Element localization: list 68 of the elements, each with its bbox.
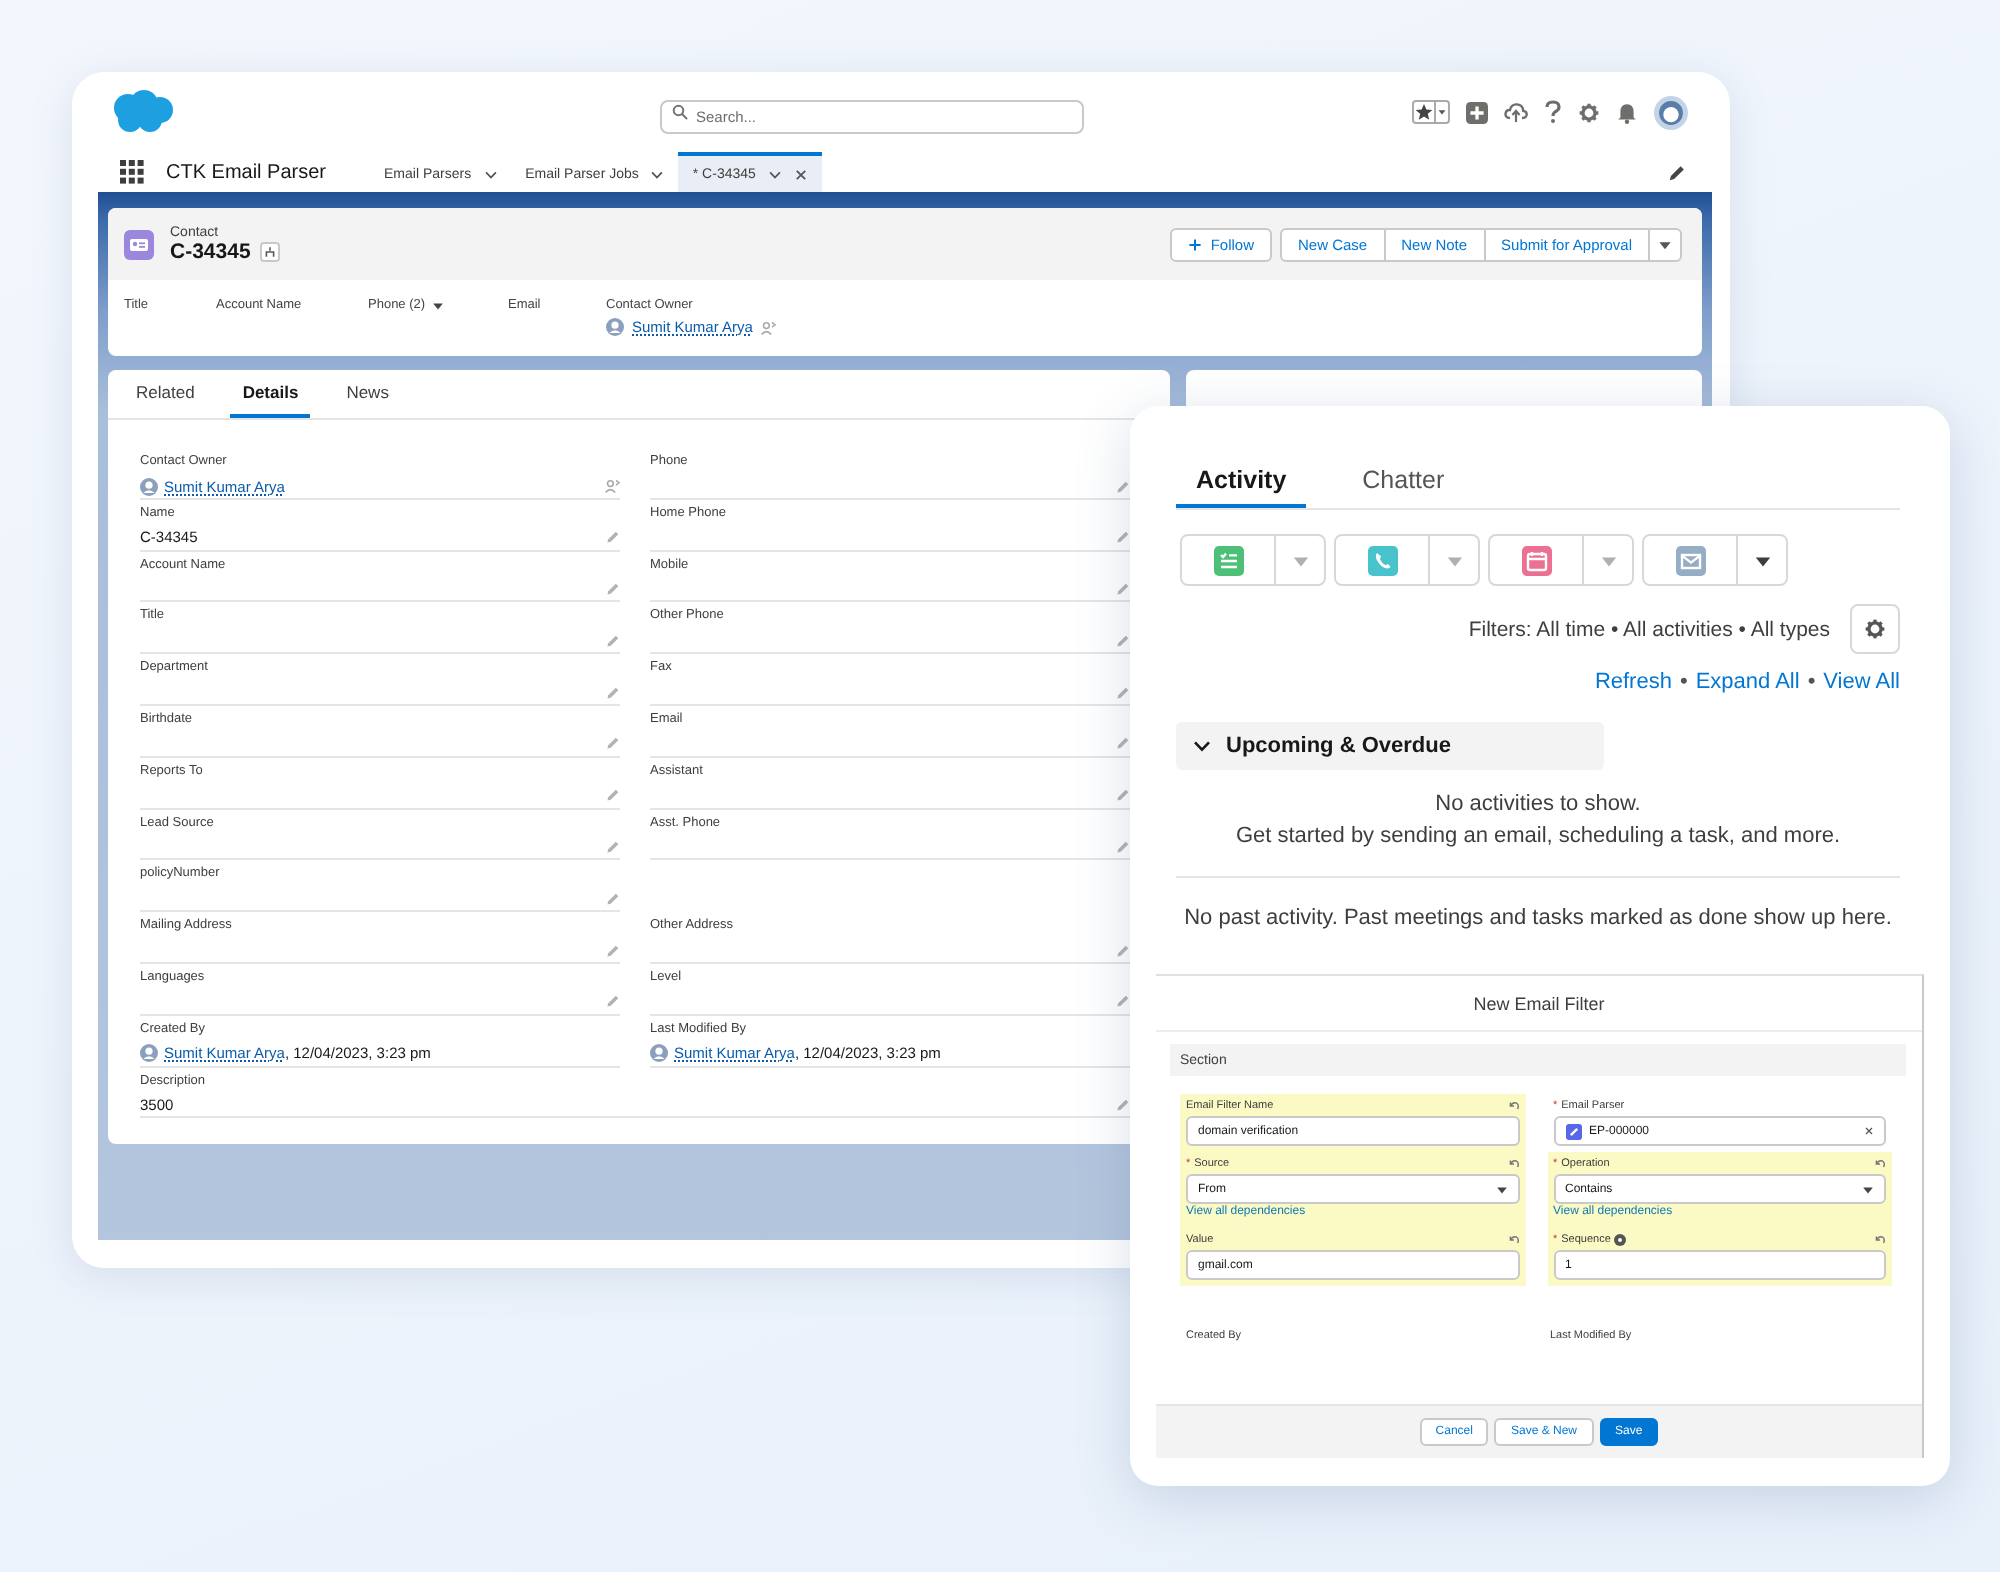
phone-icon[interactable] (1367, 545, 1397, 575)
hierarchy-button[interactable] (260, 241, 281, 261)
profile-avatar-icon[interactable] (1654, 95, 1688, 129)
user-avatar-icon (650, 1044, 668, 1063)
task-icon[interactable] (1213, 545, 1243, 575)
chevron-down-icon (767, 167, 782, 181)
settings-icon (1864, 618, 1886, 640)
caret-down-icon (1434, 102, 1448, 122)
section-header[interactable]: Upcoming & Overdue (1176, 722, 1604, 770)
activity-action-group[interactable] (1488, 534, 1634, 586)
caret-down-icon (1495, 1183, 1507, 1195)
caret-down-icon (1658, 237, 1672, 251)
favorites-button[interactable] (1412, 100, 1450, 124)
empty-message: Get started by sending an email, scheduling a task, and more. (1233, 822, 1843, 852)
contact-card-icon (124, 229, 154, 259)
action-link[interactable]: Expand All (1695, 670, 1800, 694)
change-owner-icon[interactable] (760, 319, 777, 335)
undo-icon[interactable] (1874, 1158, 1886, 1170)
caret-down-icon (1862, 1183, 1874, 1195)
pencil-icon[interactable] (1668, 163, 1686, 181)
caret-down-icon (431, 299, 444, 311)
chevron-down-icon (650, 167, 665, 181)
tab[interactable]: Details (230, 370, 311, 418)
caret-down-icon (1753, 551, 1771, 569)
app-launcher-icon[interactable] (120, 160, 144, 184)
app-name: CTK Email Parser (166, 161, 327, 183)
chevron-down-icon[interactable] (1192, 736, 1212, 756)
caret-down-icon (1291, 551, 1309, 569)
user-avatar-icon (140, 477, 158, 495)
add-icon[interactable] (1466, 101, 1488, 123)
modal-title: New Email Filter (1156, 976, 1922, 1032)
user-avatar-icon (140, 1044, 158, 1063)
calendar-icon[interactable] (1521, 545, 1551, 575)
search-icon (672, 104, 688, 120)
caret-down-icon (1599, 551, 1617, 569)
email-icon[interactable] (1675, 545, 1705, 575)
filters-text: Filters: All time • All activities • All types (1468, 617, 1830, 641)
close-icon[interactable] (793, 167, 808, 181)
cloud-icon[interactable] (1504, 101, 1528, 123)
close-icon[interactable] (1864, 1126, 1874, 1136)
tab[interactable]: News (334, 370, 401, 418)
empty-message: No past activity. Past meetings and tasks marked as done show up here. (1182, 906, 1894, 930)
star-icon (1414, 102, 1434, 122)
cloud-logo-icon (110, 90, 174, 134)
caret-down-icon (1445, 551, 1463, 569)
tab[interactable]: Related (124, 370, 207, 418)
tab[interactable]: Chatter (1342, 454, 1465, 508)
tab[interactable]: Activity (1176, 454, 1307, 508)
separator-dot: • (1807, 670, 1816, 694)
chevron-down-icon (483, 167, 498, 181)
user-avatar-icon (606, 318, 624, 336)
action-link[interactable]: View All (1823, 670, 1900, 694)
record-name: C-34345 (170, 239, 251, 263)
undo-icon[interactable] (1874, 1234, 1886, 1246)
undo-icon[interactable] (1507, 1100, 1519, 1112)
notifications-icon[interactable] (1616, 101, 1638, 123)
plus-icon (1188, 237, 1203, 251)
undo-icon[interactable] (1507, 1158, 1519, 1170)
activity-action-group[interactable] (1180, 534, 1326, 586)
filter-settings-button[interactable] (1850, 604, 1900, 654)
settings-icon[interactable] (1578, 101, 1600, 123)
separator-dot: • (1679, 670, 1688, 694)
action-link[interactable]: Refresh (1594, 670, 1672, 694)
change-owner-icon[interactable] (604, 478, 620, 494)
more-actions-button[interactable] (1648, 227, 1682, 261)
activity-action-group[interactable] (1334, 534, 1480, 586)
empty-message: No activities to show. (1433, 790, 1643, 820)
undo-icon[interactable] (1507, 1234, 1519, 1246)
